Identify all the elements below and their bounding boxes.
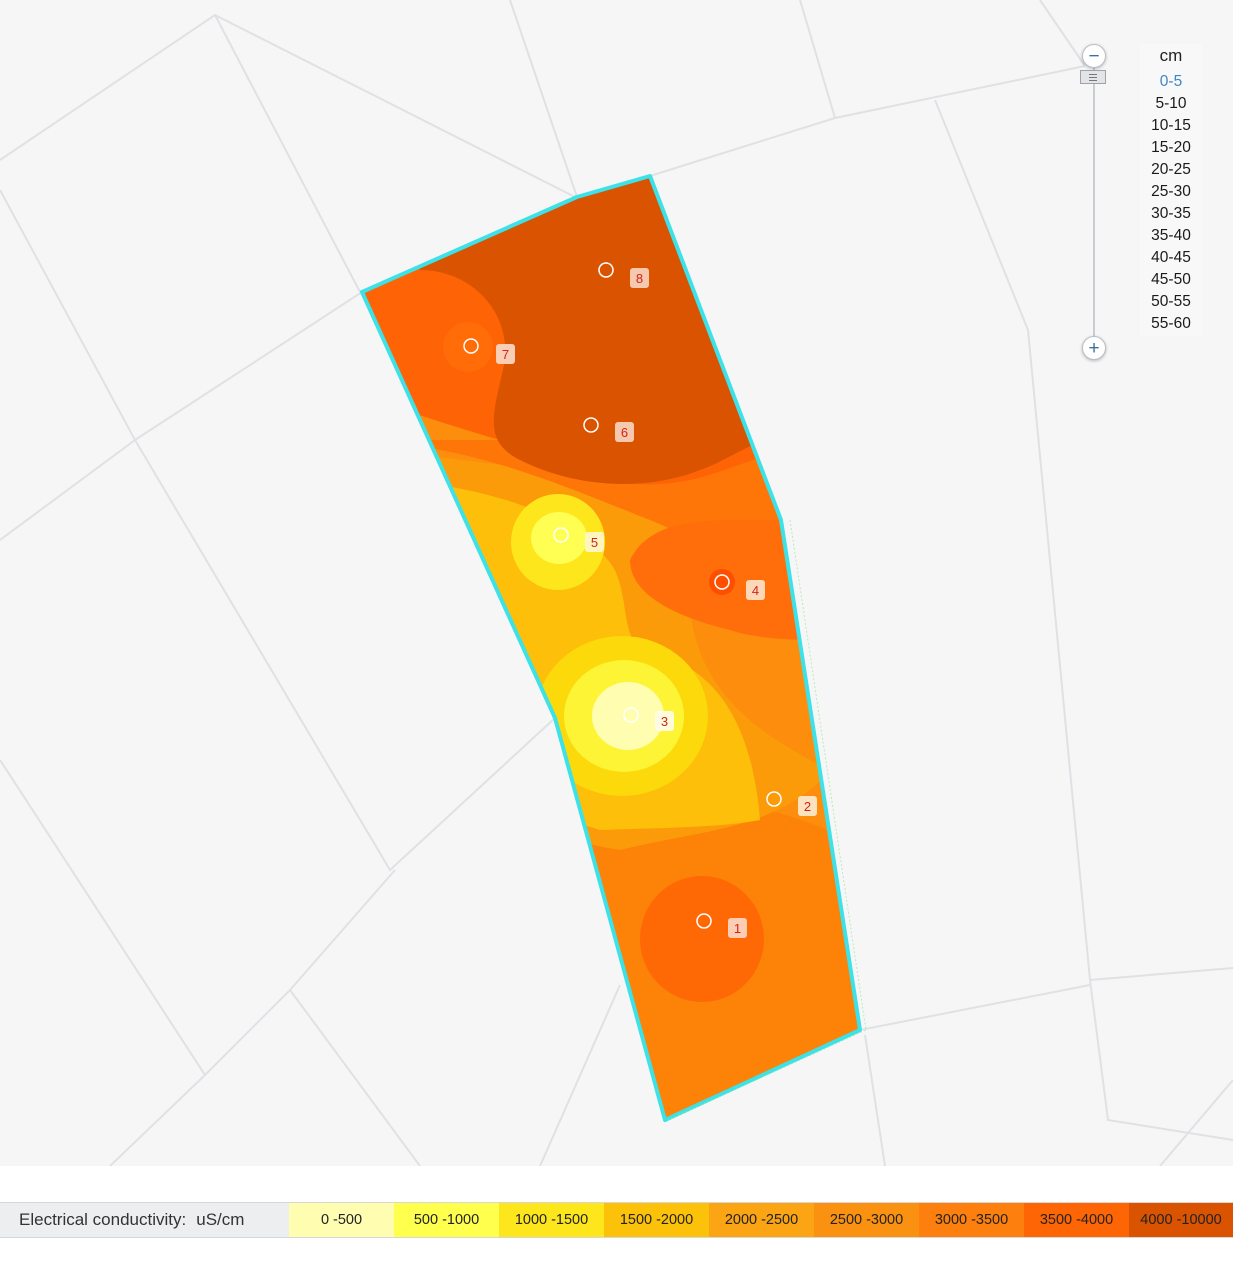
point-label: 3 bbox=[661, 714, 668, 729]
legend-class-0-500: 0 -500 bbox=[289, 1203, 394, 1237]
legend-class-2500-3000: 2500 -3000 bbox=[814, 1203, 919, 1237]
legend-class-1500-2000: 1500 -2000 bbox=[604, 1203, 709, 1237]
legend-unit: uS/cm bbox=[196, 1210, 245, 1229]
depth-selector: cm 0-5 5-10 10-15 15-20 20-25 25-30 30-3… bbox=[1140, 44, 1202, 336]
depth-option-15-20[interactable]: 15-20 bbox=[1140, 137, 1202, 159]
depth-option-55-60[interactable]: 55-60 bbox=[1140, 313, 1202, 335]
map-footer-gap bbox=[0, 1166, 1233, 1202]
point-label: 2 bbox=[804, 799, 811, 814]
depth-option-30-35[interactable]: 30-35 bbox=[1140, 203, 1202, 225]
depth-option-20-25[interactable]: 20-25 bbox=[1140, 159, 1202, 181]
minus-icon: − bbox=[1088, 45, 1100, 67]
depth-option-35-40[interactable]: 35-40 bbox=[1140, 225, 1202, 247]
point-label: 6 bbox=[621, 425, 628, 440]
depth-option-25-30[interactable]: 25-30 bbox=[1140, 181, 1202, 203]
point-label: 4 bbox=[752, 583, 759, 598]
plus-icon: + bbox=[1088, 337, 1100, 359]
depth-unit-label: cm bbox=[1159, 46, 1183, 65]
legend-class-2000-2500: 2000 -2500 bbox=[709, 1203, 814, 1237]
legend-class-500-1000: 500 -1000 bbox=[394, 1203, 499, 1237]
point-label: 5 bbox=[591, 535, 598, 550]
legend-class-4000-10000: 4000 -10000 bbox=[1129, 1203, 1233, 1237]
legend-class-3500-4000: 3500 -4000 bbox=[1024, 1203, 1129, 1237]
depth-option-0-5[interactable]: 0-5 bbox=[1140, 71, 1202, 93]
point-label: 1 bbox=[734, 921, 741, 936]
depth-option-50-55[interactable]: 50-55 bbox=[1140, 291, 1202, 313]
conductivity-legend: Electrical conductivity: uS/cm 0 -500 50… bbox=[0, 1202, 1233, 1238]
zoom-in-button[interactable]: + bbox=[1082, 336, 1106, 360]
point-label: 7 bbox=[502, 347, 509, 362]
depth-option-10-15[interactable]: 10-15 bbox=[1140, 115, 1202, 137]
depth-option-5-10[interactable]: 5-10 bbox=[1140, 93, 1202, 115]
point-label: 8 bbox=[636, 271, 643, 286]
zoom-out-button[interactable]: − bbox=[1082, 44, 1106, 68]
map-canvas[interactable]: 1 2 3 4 5 6 7 8 bbox=[0, 0, 1233, 1166]
depth-slider-handle[interactable] bbox=[1080, 70, 1106, 84]
depth-option-45-50[interactable]: 45-50 bbox=[1140, 269, 1202, 291]
bottom-strip bbox=[0, 1238, 1233, 1267]
depth-slider-track[interactable] bbox=[1093, 66, 1095, 342]
depth-option-40-45[interactable]: 40-45 bbox=[1140, 247, 1202, 269]
legend-class-1000-1500: 1000 -1500 bbox=[499, 1203, 604, 1237]
legend-title: Electrical conductivity: uS/cm bbox=[0, 1203, 289, 1237]
legend-title-text: Electrical conductivity: bbox=[19, 1210, 187, 1229]
grip-icon bbox=[1089, 76, 1097, 78]
legend-class-3000-3500: 3000 -3500 bbox=[919, 1203, 1024, 1237]
depth-options: 0-5 5-10 10-15 15-20 20-25 25-30 30-35 3… bbox=[1140, 71, 1202, 335]
